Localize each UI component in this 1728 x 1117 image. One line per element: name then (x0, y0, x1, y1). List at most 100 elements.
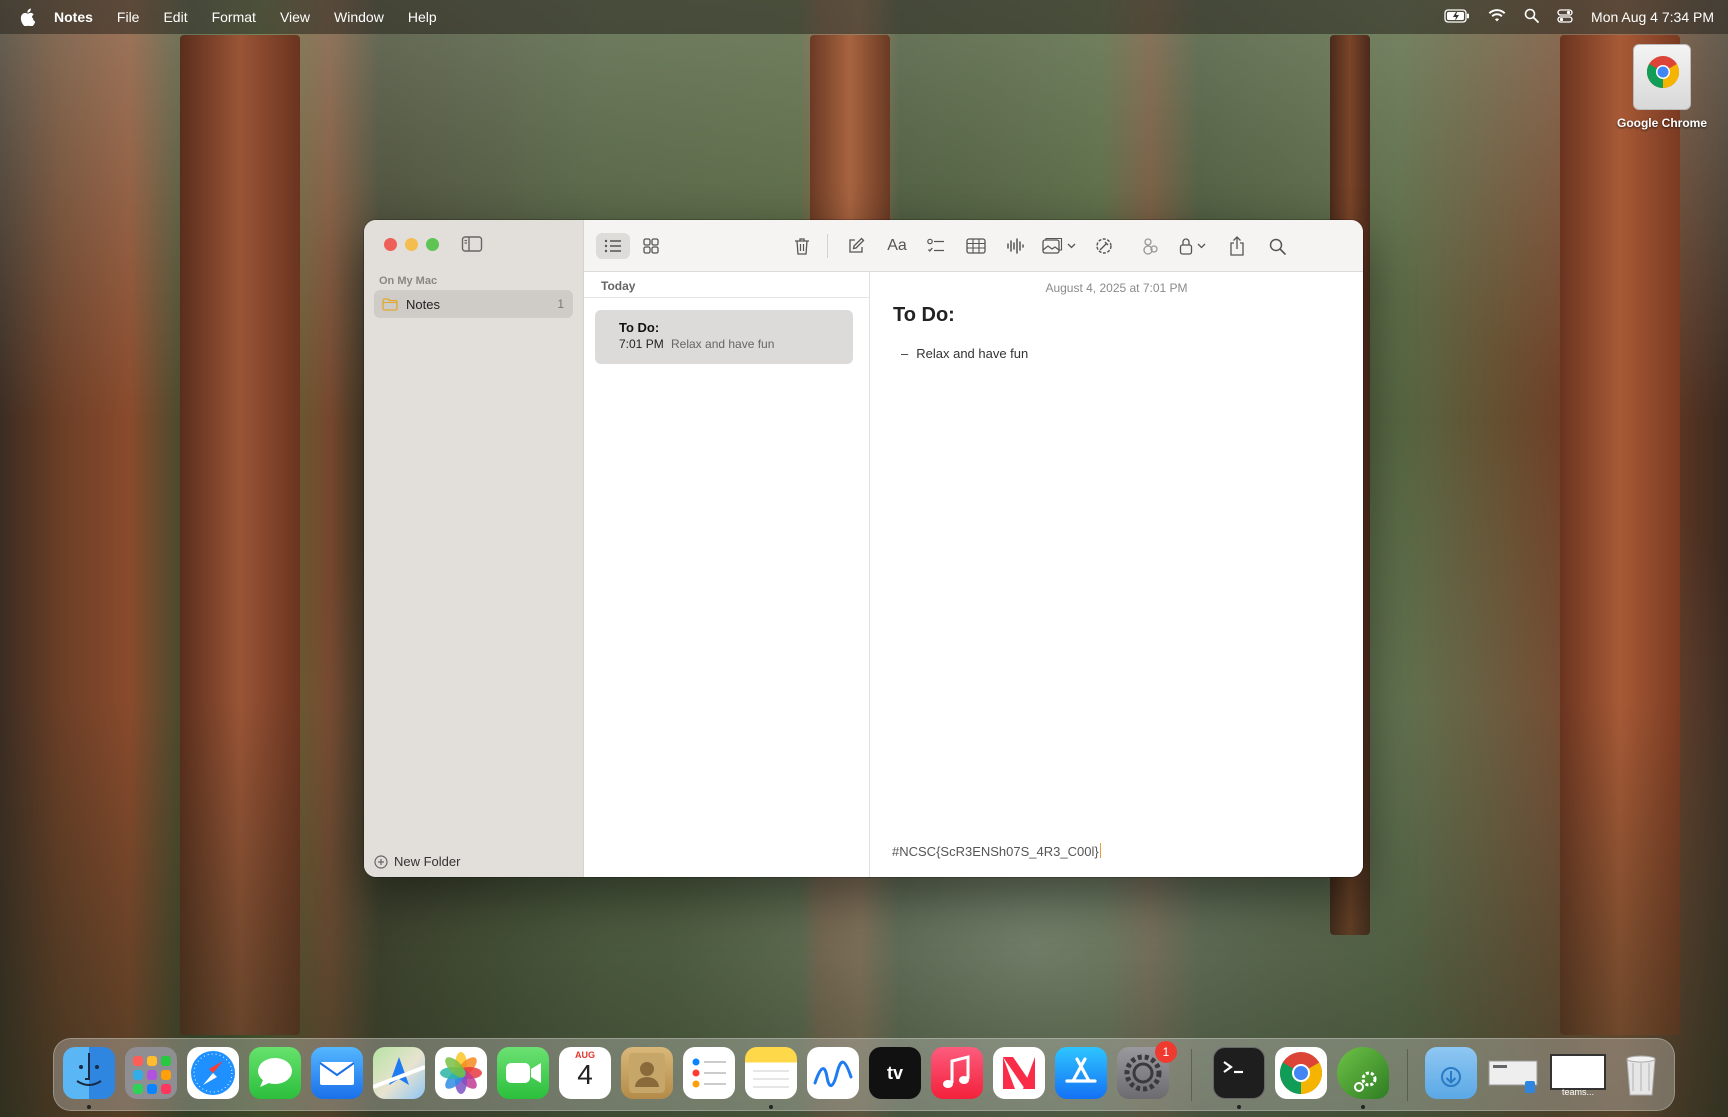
search-button[interactable] (1264, 233, 1290, 259)
table-button[interactable] (962, 233, 990, 259)
spotlight-search-icon[interactable] (1524, 8, 1539, 26)
drive-icon (1633, 44, 1691, 110)
dock-app-mail[interactable] (311, 1047, 363, 1099)
writing-tools-button[interactable] (1090, 233, 1118, 259)
writing-tools-icon (1096, 238, 1112, 254)
new-folder-label: New Folder (394, 854, 461, 869)
text-caret (1099, 843, 1101, 858)
note-editor[interactable]: August 4, 2025 at 7:01 PM To Do: – Relax… (870, 272, 1363, 877)
close-button[interactable] (384, 238, 397, 251)
dock-app-tv[interactable]: tv (869, 1047, 921, 1099)
dock-app-safari[interactable] (187, 1047, 239, 1099)
dock-app-teams[interactable]: teams... (1549, 1047, 1607, 1099)
dock-app-maps[interactable] (372, 1047, 426, 1099)
dock-app-contacts[interactable] (621, 1047, 673, 1099)
dock-app-photos[interactable] (435, 1047, 487, 1099)
tv-icon: tv (886, 1062, 903, 1083)
list-group-header: Today (584, 272, 870, 298)
dock-app-trash[interactable] (1615, 1047, 1667, 1099)
control-center-icon[interactable] (1557, 8, 1573, 27)
list-group-label: Today (601, 279, 636, 293)
dock-app-google-chrome[interactable] (1275, 1047, 1327, 1099)
dock: AUG 4 tv 1 teams... (53, 1038, 1675, 1111)
menu-format[interactable]: Format (212, 9, 256, 25)
dock-app-downloads[interactable] (1425, 1047, 1477, 1099)
photo-icon (1042, 237, 1063, 254)
zoom-button[interactable] (426, 238, 439, 251)
note-footer-line[interactable]: #NCSC{ScR3ENSh07S_4R3_C00l} (892, 843, 1101, 859)
toolbar: Aa (584, 220, 1363, 272)
desktop-icon-label: Google Chrome (1616, 116, 1707, 130)
dock-app-script-editor[interactable] (1337, 1047, 1389, 1099)
note-list-item[interactable]: To Do: 7:01 PM Relax and have fun (595, 310, 853, 364)
chevron-down-icon (1067, 243, 1076, 249)
checklist-button[interactable] (922, 233, 950, 259)
list-icon (604, 239, 621, 253)
gallery-view-button[interactable] (636, 233, 666, 259)
dock-app-facetime[interactable] (497, 1047, 549, 1099)
collaborate-icon (1143, 238, 1158, 255)
apple-menu-icon[interactable] (18, 8, 36, 26)
finder-icon (76, 1053, 102, 1086)
terminal-icon (1223, 1061, 1243, 1074)
wifi-icon[interactable] (1488, 8, 1506, 26)
launchpad-icon (133, 1056, 143, 1066)
dock-app-messages[interactable] (249, 1047, 301, 1099)
dock-app-launchpad[interactable] (125, 1047, 177, 1099)
delete-button[interactable] (788, 233, 816, 259)
menu-bar: Notes File Edit Format View Window Help … (0, 0, 1728, 34)
dock-app-finder[interactable] (63, 1047, 115, 1099)
lock-button[interactable] (1174, 233, 1210, 259)
sidebar-toggle-icon[interactable] (461, 235, 483, 253)
photos-icon (440, 1052, 482, 1094)
share-icon (1230, 236, 1244, 256)
calendar-day: 4 (577, 1059, 593, 1090)
script-icon (1354, 1071, 1377, 1092)
window-controls (384, 238, 439, 251)
dock-app-reminders[interactable] (683, 1047, 735, 1099)
dock-app-app-store[interactable] (1055, 1047, 1107, 1099)
dock-app-system-settings[interactable]: 1 (1117, 1041, 1177, 1099)
trash-icon (1626, 1055, 1656, 1096)
new-folder-button[interactable]: New Folder (374, 854, 460, 869)
music-icon (943, 1055, 970, 1088)
dock-app-freeform[interactable] (807, 1047, 859, 1099)
minimize-button[interactable] (405, 238, 418, 251)
list-view-button[interactable] (596, 233, 630, 259)
waveform-icon (1007, 238, 1024, 254)
note-bullet-item[interactable]: – Relax and have fun (901, 346, 1028, 361)
collaborate-button[interactable] (1136, 233, 1164, 259)
menu-app-name[interactable]: Notes (54, 9, 93, 25)
dock-app-screenshot[interactable] (1487, 1047, 1539, 1099)
share-button[interactable] (1224, 233, 1250, 259)
dock-app-notes[interactable] (745, 1047, 797, 1099)
contacts-icon (629, 1053, 665, 1093)
dock-app-calendar[interactable]: AUG 4 (559, 1047, 611, 1099)
mail-icon (319, 1062, 355, 1085)
compose-button[interactable] (842, 233, 870, 259)
format-button[interactable]: Aa (882, 233, 912, 259)
sidebar-item-notes[interactable]: Notes 1 (374, 290, 573, 318)
audio-button[interactable] (1002, 233, 1028, 259)
menu-file[interactable]: File (117, 9, 140, 25)
menu-view[interactable]: View (280, 9, 310, 25)
menu-help[interactable]: Help (408, 9, 437, 25)
dock-app-music[interactable] (931, 1047, 983, 1099)
dock-item-label: teams... (1561, 1087, 1594, 1097)
battery-icon[interactable] (1444, 8, 1470, 26)
note-list: Today To Do: 7:01 PM Relax and have fun (584, 272, 870, 877)
notes-icon (753, 1070, 789, 1088)
desktop-icon-google-chrome[interactable]: Google Chrome (1612, 44, 1712, 130)
dash-bullet-icon: – (901, 346, 909, 361)
media-button[interactable] (1038, 233, 1080, 259)
chrome-icon (1279, 1052, 1323, 1094)
note-title[interactable]: To Do: (893, 304, 955, 327)
menu-edit[interactable]: Edit (163, 9, 187, 25)
menu-bar-clock[interactable]: Mon Aug 4 7:34 PM (1591, 9, 1714, 25)
news-icon (1003, 1057, 1035, 1089)
dock-app-terminal[interactable] (1213, 1047, 1265, 1099)
menu-window[interactable]: Window (334, 9, 384, 25)
messages-icon (258, 1058, 292, 1087)
dock-app-news[interactable] (993, 1047, 1045, 1099)
sidebar-item-label: Notes (406, 296, 440, 312)
